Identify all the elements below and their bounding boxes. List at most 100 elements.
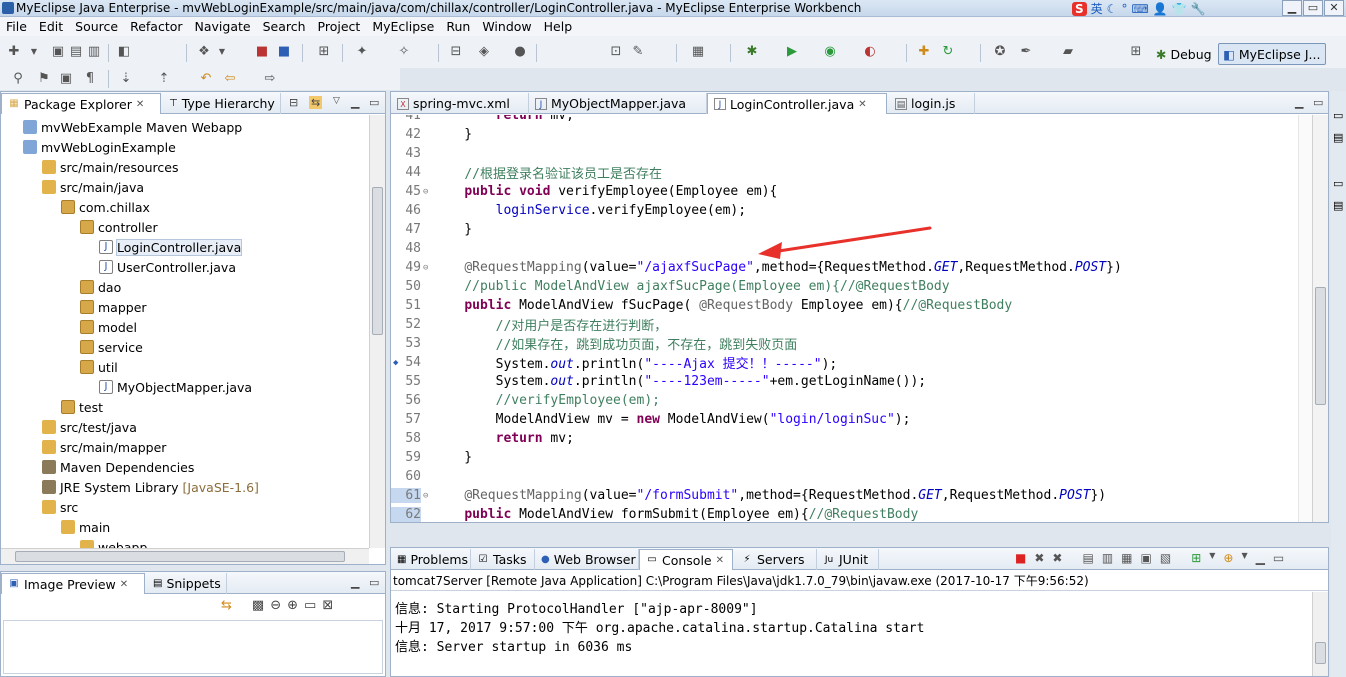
menu-project[interactable]: Project bbox=[312, 19, 367, 34]
code-line[interactable]: 46 loginService.verifyEmployee(em); bbox=[391, 201, 1298, 220]
next-annotation-icon[interactable]: ⇣ bbox=[118, 71, 134, 87]
tree-item[interactable]: mvWebExample Maven Webapp bbox=[23, 117, 242, 137]
console-vscroll[interactable] bbox=[1312, 592, 1328, 676]
show-console-icon[interactable]: ▣ bbox=[1141, 551, 1152, 565]
open-type-icon[interactable]: ❖ bbox=[196, 44, 212, 60]
tree-item[interactable]: src/main/mapper bbox=[42, 437, 166, 457]
menu-help[interactable]: Help bbox=[538, 19, 579, 34]
tree-item[interactable]: Maven Dependencies bbox=[42, 457, 194, 477]
prev-annotation-icon[interactable]: ⇡ bbox=[156, 71, 172, 87]
tree-item[interactable]: controller bbox=[80, 217, 158, 237]
tab-spring-mvc-xml[interactable]: X spring-mvc.xml bbox=[391, 93, 529, 114]
view-menu-icon[interactable]: ▽ bbox=[333, 96, 340, 106]
remove-all-icon[interactable]: ✖ bbox=[1052, 551, 1062, 565]
minimize-button[interactable]: ▁ bbox=[1282, 0, 1302, 16]
code-line[interactable]: 52 //对用户是否存在进行判断， bbox=[391, 315, 1298, 334]
breakpoint-marker-icon[interactable]: ◆ bbox=[393, 358, 401, 368]
tree-item[interactable]: main bbox=[61, 517, 110, 537]
word-wrap-icon[interactable]: ▦ bbox=[1121, 551, 1132, 565]
external-tools-icon[interactable]: ◐ bbox=[862, 44, 878, 60]
zoom-in-icon[interactable]: ⊕ bbox=[287, 598, 298, 613]
save-all-icon[interactable]: ▤ bbox=[68, 44, 84, 60]
maximize-button[interactable]: ▭ bbox=[1303, 0, 1323, 16]
close-icon[interactable]: ✕ bbox=[858, 99, 866, 110]
tree-item[interactable]: src bbox=[42, 497, 78, 517]
menu-edit[interactable]: Edit bbox=[33, 19, 69, 34]
tree-item[interactable]: src/test/java bbox=[42, 417, 137, 437]
minimize-view-icon[interactable]: ▁ bbox=[1295, 96, 1303, 109]
minimize-view-icon[interactable]: ▁ bbox=[351, 576, 359, 589]
tree-item[interactable]: src/main/java bbox=[42, 177, 144, 197]
new-server-icon[interactable]: ✚ bbox=[916, 44, 932, 60]
package-red-icon[interactable]: ■ bbox=[254, 44, 270, 60]
tab-snippets[interactable]: ▤ Snippets bbox=[147, 573, 227, 594]
browser-icon[interactable]: ◈ bbox=[476, 44, 492, 60]
scroll-lock-icon[interactable]: ▥ bbox=[1102, 551, 1113, 565]
terminate-icon[interactable]: ■ bbox=[1015, 551, 1026, 565]
menu-refactor[interactable]: Refactor bbox=[124, 19, 188, 34]
user-icon[interactable]: 👤 bbox=[1153, 2, 1168, 16]
wrench-icon[interactable]: 🔧 bbox=[1191, 2, 1206, 16]
maximize-view-icon[interactable]: ▭ bbox=[369, 576, 379, 589]
fold-icon[interactable]: ⊖ bbox=[423, 491, 431, 501]
sogou-ime-icon[interactable]: S bbox=[1072, 1, 1087, 16]
sync-icon[interactable]: ⇆ bbox=[221, 598, 232, 613]
deploy-icon[interactable]: ⊞ bbox=[316, 44, 332, 60]
tab-type-hierarchy[interactable]: ⊤ Type Hierarchy bbox=[163, 93, 281, 114]
code-line[interactable]: 48 bbox=[391, 239, 1298, 258]
tab-problems[interactable]: ▦ Problems bbox=[391, 549, 471, 570]
web-icon[interactable]: ⊡ bbox=[608, 44, 624, 60]
open-console-icon[interactable]: ⊕ bbox=[1223, 551, 1233, 565]
code-line[interactable]: 58 return mv; bbox=[391, 429, 1298, 448]
last-edit-icon[interactable]: ↶ bbox=[198, 71, 214, 87]
punctuation-icon[interactable]: ° bbox=[1121, 2, 1127, 16]
fit-icon[interactable]: ▩ bbox=[252, 598, 264, 613]
editor-vscroll[interactable] bbox=[1312, 115, 1328, 522]
run-config-icon[interactable]: ✎ bbox=[630, 44, 646, 60]
display-dropdown-icon[interactable]: ▼ bbox=[1209, 551, 1215, 565]
tree-item[interactable]: mapper bbox=[80, 297, 147, 317]
code-line[interactable]: 42 } bbox=[391, 125, 1298, 144]
close-icon[interactable]: ✕ bbox=[136, 99, 144, 110]
server-icon[interactable]: ◧ bbox=[116, 44, 132, 60]
pin-icon[interactable]: ⚲ bbox=[10, 71, 26, 87]
screen-icon[interactable]: ▦ bbox=[690, 44, 706, 60]
code-line[interactable]: 44 //根据登录名验证该员工是否存在 bbox=[391, 163, 1298, 182]
debug-icon[interactable]: ✱ bbox=[744, 44, 760, 60]
tool-icon[interactable]: ✧ bbox=[396, 44, 412, 60]
close-button[interactable]: ✕ bbox=[1324, 0, 1344, 16]
paragraph-icon[interactable]: ¶ bbox=[82, 71, 98, 87]
code-line[interactable]: 57 ModelAndView mv = new ModelAndView("l… bbox=[391, 410, 1298, 429]
restore-icon[interactable]: ▭ bbox=[1333, 109, 1343, 122]
tree-item[interactable]: J UserController.java bbox=[99, 257, 236, 277]
tab-console[interactable]: ▭ Console ✕ bbox=[639, 549, 733, 570]
perspective-myeclipse[interactable]: ◧ MyEclipse J... bbox=[1218, 43, 1326, 65]
menu-navigate[interactable]: Navigate bbox=[189, 19, 257, 34]
tree-item[interactable]: model bbox=[80, 317, 137, 337]
code-line[interactable]: 54 ◆ System.out.println("----Ajax 提交！！---… bbox=[391, 353, 1298, 372]
code-line[interactable]: 49 ⊖ @RequestMapping(value="/ajaxfSucPage… bbox=[391, 258, 1298, 277]
run-icon[interactable]: ▶ bbox=[784, 44, 800, 60]
menu-run[interactable]: Run bbox=[440, 19, 476, 34]
maximize-view-icon[interactable]: ▭ bbox=[1313, 96, 1323, 109]
pen-icon[interactable]: ✒ bbox=[1018, 44, 1034, 60]
code-line[interactable]: 50 //public ModelAndView ajaxfSucPage(Em… bbox=[391, 277, 1298, 296]
menu-window[interactable]: Window bbox=[476, 19, 537, 34]
block-icon[interactable]: ▣ bbox=[58, 71, 74, 87]
tree-item[interactable]: test bbox=[61, 397, 103, 417]
tree-item[interactable]: service bbox=[80, 337, 143, 357]
fold-icon[interactable]: ⊖ bbox=[423, 263, 431, 273]
maximize-view-icon[interactable]: ▭ bbox=[1273, 551, 1284, 565]
outline-icon[interactable]: ▤ bbox=[1333, 131, 1343, 144]
close-icon[interactable]: ✕ bbox=[120, 579, 128, 590]
package-explorer-vscroll[interactable] bbox=[369, 115, 385, 548]
menu-file[interactable]: File bbox=[0, 19, 33, 34]
tree-item[interactable]: J MyObjectMapper.java bbox=[99, 377, 252, 397]
tree-item[interactable]: webapp bbox=[80, 537, 147, 548]
tab-junit[interactable]: Ju JUnit bbox=[817, 549, 879, 570]
menu-source[interactable]: Source bbox=[69, 19, 124, 34]
zoom-out-icon[interactable]: ⊖ bbox=[270, 598, 281, 613]
maximize-view-icon[interactable]: ▭ bbox=[369, 96, 379, 109]
refresh-icon[interactable]: ↻ bbox=[940, 44, 956, 60]
tab-login-js[interactable]: ▤ login.js bbox=[889, 93, 975, 114]
